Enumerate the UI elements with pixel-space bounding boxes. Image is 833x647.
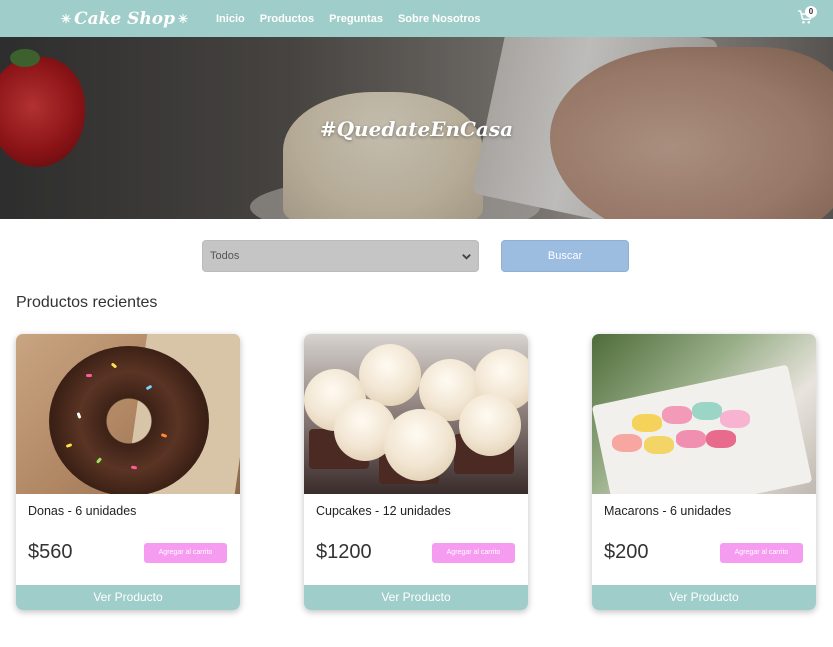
cupcakes-image[interactable] — [304, 334, 528, 494]
cart-button[interactable]: 0 — [796, 6, 818, 28]
product-card-cupcakes: Cupcakes - 12 unidades $1200 Agregar al … — [304, 334, 528, 610]
sparkle-icon: ✳ — [177, 12, 189, 26]
product-price: $1200 — [316, 541, 372, 563]
macaron — [720, 410, 750, 428]
product-name: Cupcakes - 12 unidades — [316, 504, 451, 518]
box-image — [592, 364, 813, 494]
macaron — [676, 430, 706, 448]
nav-link-inicio[interactable]: Inicio — [216, 13, 245, 25]
category-select[interactable]: Todos — [202, 240, 479, 272]
nav-link-sobre-nosotros[interactable]: Sobre Nosotros — [398, 13, 481, 25]
cupcake-frosting — [359, 344, 421, 406]
navbar: ✳ Cake Shop ✳ Inicio Productos Preguntas… — [0, 0, 833, 37]
add-to-cart-button[interactable]: Agregar al carrito — [720, 543, 803, 563]
nav-link-preguntas[interactable]: Preguntas — [329, 13, 383, 25]
view-product-button[interactable]: Ver Producto — [304, 585, 528, 610]
macaron — [644, 436, 674, 454]
logo[interactable]: ✳ Cake Shop ✳ — [58, 6, 191, 32]
cupcake-frosting — [459, 394, 521, 456]
macarons-image[interactable] — [592, 334, 816, 494]
category-select-value: Todos — [210, 250, 240, 262]
add-to-cart-button[interactable]: Agregar al carrito — [432, 543, 515, 563]
macaron — [662, 406, 692, 424]
section-title: Productos recientes — [16, 294, 158, 311]
product-name: Donas - 6 unidades — [28, 504, 137, 518]
search-button[interactable]: Buscar — [501, 240, 629, 272]
cart-count-badge: 0 — [805, 6, 817, 18]
chevron-down-icon — [462, 254, 471, 260]
view-product-button[interactable]: Ver Producto — [16, 585, 240, 610]
macaron — [706, 430, 736, 448]
view-product-button[interactable]: Ver Producto — [592, 585, 816, 610]
logo-text: Cake Shop — [74, 9, 175, 29]
sparkle-icon: ✳ — [61, 12, 72, 26]
macaron — [692, 402, 722, 420]
macaron — [632, 414, 662, 432]
product-card-donas: Donas - 6 unidades $560 Agregar al carri… — [16, 334, 240, 610]
product-price: $560 — [28, 541, 73, 563]
add-to-cart-button[interactable]: Agregar al carrito — [144, 543, 227, 563]
nav-links: Inicio Productos Preguntas Sobre Nosotro… — [216, 0, 495, 37]
sprinkle — [86, 374, 92, 377]
product-name: Macarons - 6 unidades — [604, 504, 732, 518]
product-card-macarons: Macarons - 6 unidades $200 Agregar al ca… — [592, 334, 816, 610]
hero-title: #QuedateEnCasa — [319, 117, 514, 141]
donut-shape — [49, 346, 209, 494]
cupcake-frosting — [384, 409, 456, 481]
donut-image[interactable] — [16, 334, 240, 494]
hero-banner: #QuedateEnCasa — [0, 37, 833, 219]
macaron — [612, 434, 642, 452]
product-price: $200 — [604, 541, 649, 563]
nav-link-productos[interactable]: Productos — [260, 13, 314, 25]
